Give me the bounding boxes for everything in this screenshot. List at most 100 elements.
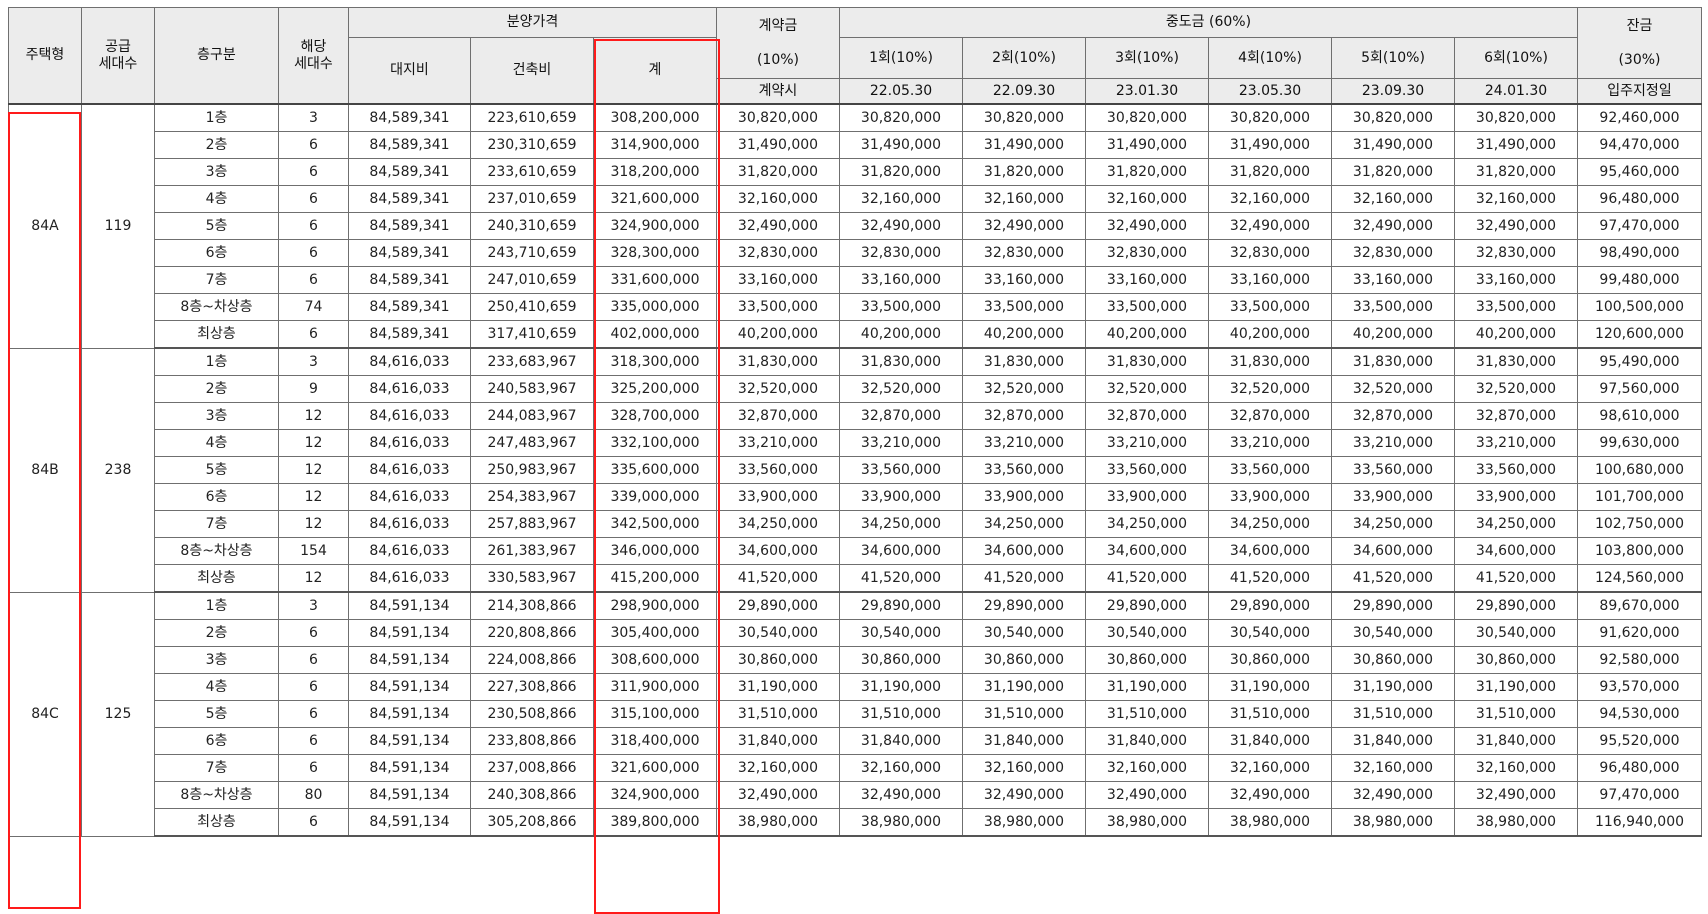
table-row: 최상층 6 84,591,134 305,208,866 389,800,000 38,9… [9,808,1702,837]
cell-middle-5: 29,890,000 [1331,591,1455,620]
cell-middle-1: 29,890,000 [839,591,963,620]
table-row: 최상층 6 84,589,341 317,410,659 402,000,000 40,2… [9,320,1702,349]
cell-build: 254,383,967 [470,483,594,511]
cell-middle-1: 33,160,000 [839,266,963,294]
cell-middle-6: 29,890,000 [1454,591,1578,620]
table-row: 6층 6 84,589,341 243,710,659 328,300,000 32,83… [9,239,1702,267]
cell-middle-3: 34,250,000 [1085,510,1209,538]
cell-middle-4: 33,500,000 [1208,293,1332,321]
cell-land: 84,591,134 [348,700,471,728]
cell-middle-4: 29,890,000 [1208,591,1332,620]
table-row: 8층~차상층 154 84,616,033 261,383,967 346,000,00… [9,537,1702,565]
cell-middle-2: 30,860,000 [962,646,1086,674]
cell-units: 6 [278,212,349,240]
cell-contract: 32,160,000 [716,754,840,782]
cell-middle-5: 32,870,000 [1331,402,1455,430]
balance-pct: (30%) [1618,51,1661,68]
table-row: 최상층 12 84,616,033 330,583,967 415,200,000 41,… [9,564,1702,593]
cell-balance: 94,530,000 [1577,700,1702,728]
table-row: 4층 6 84,589,341 237,010,659 321,600,000 32,16… [9,185,1702,213]
cell-total: 335,000,000 [593,293,717,321]
table-row: 3층 6 84,591,134 224,008,866 308,600,000 30,86… [9,646,1702,674]
cell-build: 247,010,659 [470,266,594,294]
cell-units: 9 [278,375,349,403]
cell-balance: 100,500,000 [1577,293,1702,321]
cell-middle-2: 31,490,000 [962,131,1086,159]
cell-build: 247,483,967 [470,429,594,457]
cell-middle-6: 32,160,000 [1454,754,1578,782]
cell-middle-4: 32,160,000 [1208,185,1332,213]
col-contract-when: 계약시 [716,78,840,105]
cell-middle-3: 33,210,000 [1085,429,1209,457]
cell-middle-1: 31,190,000 [839,673,963,701]
table-row: 84C 125 1층 3 84,591,134 214,308,866 298,900,00… [8,591,1702,837]
cell-units: 6 [278,131,349,159]
cell-units: 3 [278,591,349,620]
cell-middle-2: 32,520,000 [962,375,1086,403]
cell-total: 318,400,000 [593,727,717,755]
cell-middle-4: 30,540,000 [1208,619,1332,647]
table-row: 8층~차상층 74 84,589,341 250,410,659 335,000,000… [9,293,1702,321]
table-header: 주택형 공급 세대수 층구분 해당 세대수 분양가격 계약금 (10%) 중도금… [8,7,1702,105]
cell-middle-2: 32,870,000 [962,402,1086,430]
cell-middle-1: 38,980,000 [839,808,963,837]
cell-floor: 6층 [154,483,279,511]
cell-floor: 4층 [154,185,279,213]
cell-balance: 97,470,000 [1577,781,1702,809]
cell-middle-2: 31,840,000 [962,727,1086,755]
col-middle-5-date: 23.09.30 [1331,78,1455,105]
cell-units: 12 [278,456,349,484]
cell-middle-4: 31,490,000 [1208,131,1332,159]
cell-type: 84A [8,103,82,349]
cell-middle-3: 31,190,000 [1085,673,1209,701]
cell-build: 237,010,659 [470,185,594,213]
cell-contract: 32,830,000 [716,239,840,267]
cell-middle-4: 31,190,000 [1208,673,1332,701]
cell-middle-2: 34,600,000 [962,537,1086,565]
cell-balance: 95,520,000 [1577,727,1702,755]
cell-middle-3: 30,540,000 [1085,619,1209,647]
cell-units: 6 [278,808,349,837]
cell-contract: 32,490,000 [716,781,840,809]
cell-balance: 96,480,000 [1577,754,1702,782]
cell-units: 12 [278,429,349,457]
cell-total: 318,200,000 [593,158,717,186]
cell-floor: 7층 [154,754,279,782]
cell-middle-1: 30,540,000 [839,619,963,647]
cell-middle-1: 40,200,000 [839,320,963,349]
cell-contract: 33,500,000 [716,293,840,321]
cell-middle-5: 40,200,000 [1331,320,1455,349]
cell-build: 240,310,659 [470,212,594,240]
cell-middle-5: 34,600,000 [1331,537,1455,565]
cell-land: 84,591,134 [348,673,471,701]
cell-middle-4: 31,830,000 [1208,347,1332,376]
table-row: 2층 9 84,616,033 240,583,967 325,200,000 32,52… [9,375,1702,403]
table-row: 3층 6 84,589,341 233,610,659 318,200,000 31,82… [9,158,1702,186]
cell-build: 233,683,967 [470,347,594,376]
cell-units: 6 [278,619,349,647]
cell-middle-6: 32,160,000 [1454,185,1578,213]
cell-middle-5: 30,820,000 [1331,103,1455,132]
cell-middle-5: 31,190,000 [1331,673,1455,701]
cell-middle-3: 31,820,000 [1085,158,1209,186]
cell-middle-3: 31,510,000 [1085,700,1209,728]
cell-balance: 93,570,000 [1577,673,1702,701]
cell-contract: 32,520,000 [716,375,840,403]
cell-units: 6 [278,673,349,701]
col-balance: 잔금 (30%) [1577,7,1702,79]
cell-balance: 96,480,000 [1577,185,1702,213]
cell-total: 342,500,000 [593,510,717,538]
cell-middle-4: 30,820,000 [1208,103,1332,132]
cell-middle-5: 31,510,000 [1331,700,1455,728]
cell-land: 84,589,341 [348,131,471,159]
cell-middle-3: 32,490,000 [1085,212,1209,240]
cell-floor: 5층 [154,700,279,728]
cell-balance: 100,680,000 [1577,456,1702,484]
cell-build: 227,308,866 [470,673,594,701]
cell-build: 244,083,967 [470,402,594,430]
cell-middle-4: 32,520,000 [1208,375,1332,403]
col-middle-4-date: 23.05.30 [1208,78,1332,105]
cell-supply: 125 [81,591,155,837]
cell-middle-1: 33,210,000 [839,429,963,457]
cell-floor: 5층 [154,212,279,240]
